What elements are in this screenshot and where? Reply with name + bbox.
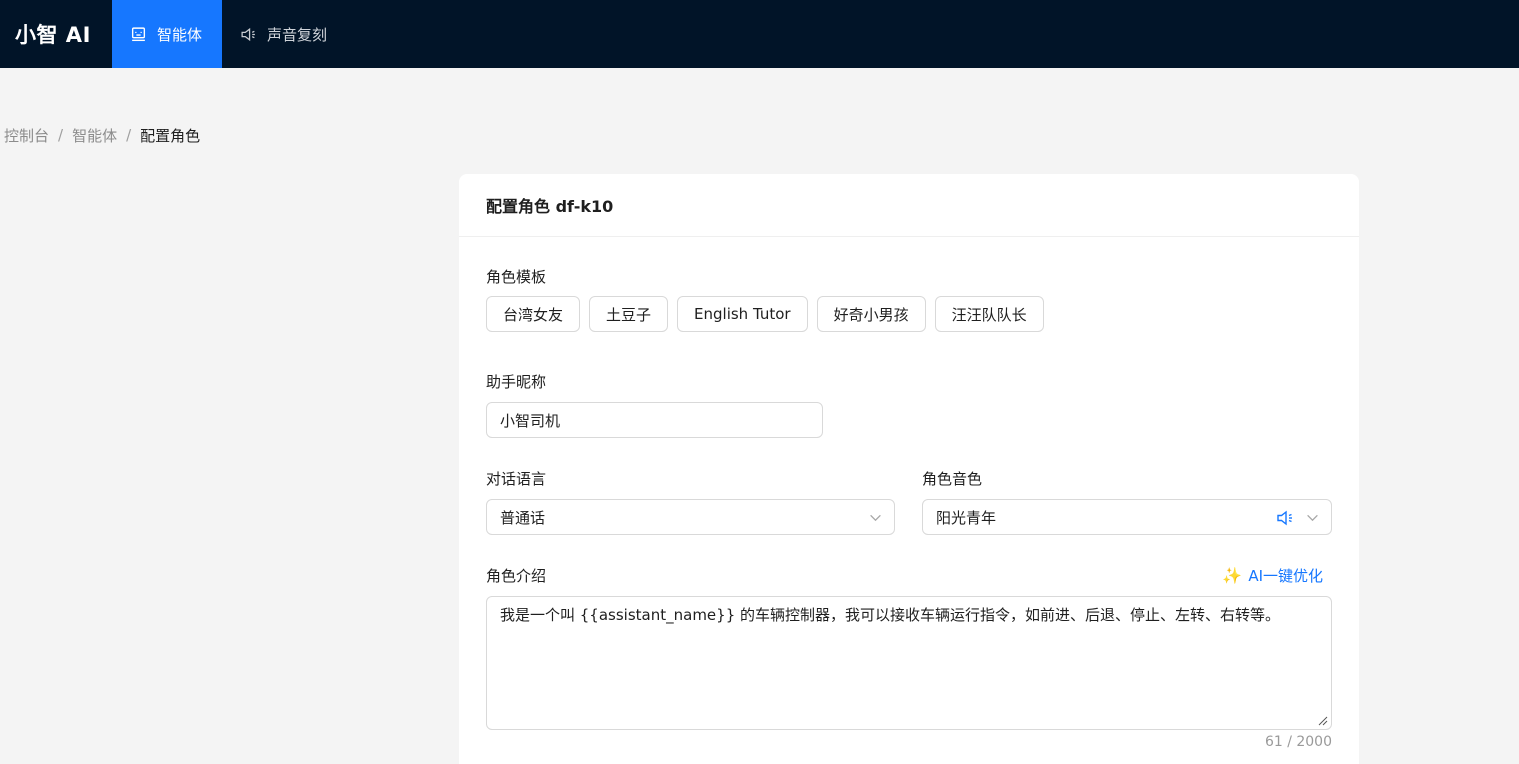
ai-optimize-label: AI一键优化 [1248,567,1323,585]
char-counter: 61 / 2000 [1264,734,1332,750]
speaker-icon [240,26,257,43]
role-config-card: 配置角色 df-k10 角色模板 台湾女友 土豆子 English Tutor … [459,174,1359,764]
language-select[interactable]: 普通话 [486,499,895,535]
intro-label: 角色介绍 [486,567,547,585]
language-label: 对话语言 [486,470,547,488]
template-button[interactable]: English Tutor [677,296,808,332]
template-button[interactable]: 汪汪队队长 [934,296,1044,332]
nickname-value: 小智司机 [500,411,561,430]
template-label: 角色模板 [486,268,547,286]
template-button[interactable]: 好奇小男孩 [816,296,926,332]
breadcrumb-separator: / [58,126,64,144]
voice-label: 角色音色 [922,470,983,488]
resize-handle-icon[interactable] [1318,716,1328,726]
nickname-label: 助手昵称 [486,373,547,391]
template-button[interactable]: 土豆子 [589,296,669,332]
breadcrumb: 控制台 / 智能体 / 配置角色 [4,124,200,146]
nav-item-label: 智能体 [157,25,203,44]
chevron-down-icon [1307,514,1318,522]
ai-optimize-button[interactable]: ✨ AI一键优化 [1222,565,1323,586]
card-title: 配置角色 df-k10 [459,174,1359,237]
voice-value: 阳光青年 [936,508,997,527]
breadcrumb-current: 配置角色 [140,126,201,145]
template-options: 台湾女友 土豆子 English Tutor 好奇小男孩 汪汪队队长 [486,296,1044,332]
voice-select[interactable]: 阳光青年 [922,499,1332,535]
language-value: 普通话 [500,508,546,527]
intro-text: 我是一个叫 {{assistant_name}} 的车辆控制器，我可以接收车辆运… [500,606,1281,624]
app-logo[interactable]: 小智 AI [0,0,112,68]
intro-textarea[interactable]: 我是一个叫 {{assistant_name}} 的车辆控制器，我可以接收车辆运… [486,596,1332,730]
template-button[interactable]: 台湾女友 [486,296,581,332]
nav-item-agents[interactable]: 智能体 [112,0,222,68]
nickname-input[interactable]: 小智司机 [486,402,823,438]
top-navbar: 小智 AI 智能体 声音复刻 [0,0,1519,68]
nav-item-voice-clone[interactable]: 声音复刻 [222,0,344,68]
chevron-down-icon [870,514,881,522]
breadcrumb-agents[interactable]: 智能体 [72,125,117,146]
breadcrumb-separator: / [126,126,132,144]
robot-icon [130,26,147,43]
nav-item-label: 声音复刻 [267,25,328,44]
speaker-play-icon[interactable] [1275,508,1295,528]
breadcrumb-console[interactable]: 控制台 [4,125,49,146]
sparkle-icon: ✨ [1222,566,1243,585]
